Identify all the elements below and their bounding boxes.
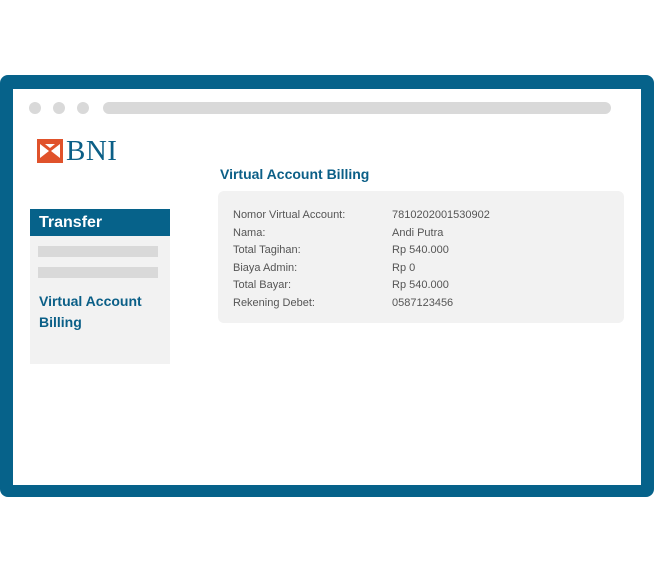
window-dot-icon[interactable] [77,102,89,114]
detail-value: Rp 0 [392,261,416,274]
window-dot-icon[interactable] [53,102,65,114]
sidebar-header-transfer[interactable]: Transfer [30,209,170,236]
detail-row: Biaya Admin: Rp 0 [233,262,490,280]
brand-name: BNI [66,135,118,167]
browser-content: BNI Transfer Virtual Account Billing Vir… [13,89,641,485]
sidebar-placeholder-item[interactable] [38,246,158,257]
page-title: Virtual Account Billing [220,166,370,182]
sidebar-placeholder-item[interactable] [38,267,158,278]
detail-label: Biaya Admin: [233,261,298,274]
bni-logo: BNI [37,136,117,166]
detail-label: Total Bayar: [233,279,292,291]
detail-value: 0587123456 [392,296,454,309]
bni-logo-mark-icon [37,139,63,163]
detail-row: Nomor Virtual Account: 7810202001530902 [233,209,490,227]
detail-value: Rp 540.000 [392,279,449,291]
billing-details-card: Nomor Virtual Account: 7810202001530902 … [218,191,624,323]
detail-label: Rekening Debet: [233,296,315,309]
detail-label: Nama: [233,226,266,239]
detail-label: Total Tagihan: [233,244,301,256]
detail-row: Rekening Debet: 0587123456 [233,297,490,315]
detail-row: Nama: Andi Putra [233,227,490,245]
address-bar[interactable] [103,102,611,114]
detail-row: Total Tagihan: Rp 540.000 [233,244,490,262]
detail-value: Rp 540.000 [392,244,449,256]
sidebar: Transfer Virtual Account Billing [30,209,170,364]
sidebar-item-virtual-account-billing[interactable]: Virtual Account Billing [39,291,164,333]
detail-label: Nomor Virtual Account: [233,209,346,221]
browser-window: BNI Transfer Virtual Account Billing Vir… [0,75,654,497]
detail-value: Andi Putra [392,226,444,239]
detail-row: Total Bayar: Rp 540.000 [233,279,490,297]
detail-value: 7810202001530902 [392,209,490,221]
window-dot-icon[interactable] [29,102,41,114]
